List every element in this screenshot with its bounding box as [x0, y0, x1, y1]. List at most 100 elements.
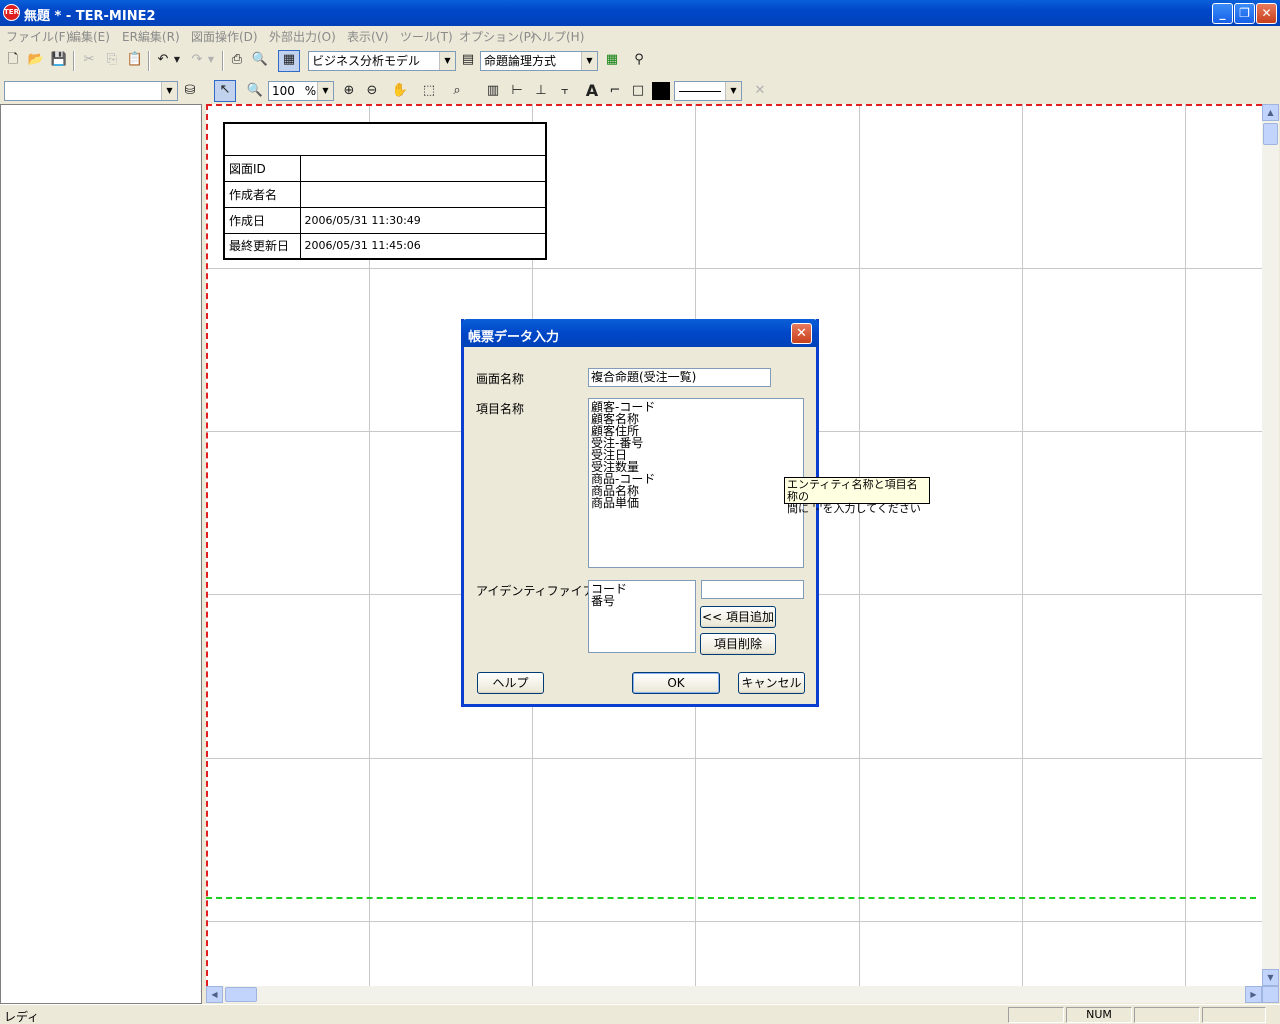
info-value — [299, 154, 547, 182]
close-button[interactable]: ✕ — [1256, 3, 1277, 24]
table-row: 作成日 2006/05/31 11:30:49 — [223, 206, 547, 234]
redo-dropdown-icon[interactable]: ▼ — [206, 51, 216, 69]
scroll-down-icon[interactable]: ▼ — [1262, 969, 1279, 986]
cancel-button[interactable]: キャンセル — [738, 672, 805, 694]
entity-tree-panel[interactable] — [0, 104, 202, 1004]
method-table-icon[interactable]: ▤ — [459, 51, 477, 69]
item-name-textarea[interactable]: 顧客-コード 顧客名称 顧客住所 受注-番号 受注日 受注数量 商品-コード 商… — [588, 398, 804, 568]
table-row: 最終更新日 2006/05/31 11:45:06 — [223, 232, 547, 260]
status-pane — [1134, 1007, 1200, 1023]
new-file-icon[interactable]: 🗋 — [4, 51, 22, 69]
undo-icon[interactable]: ↶ — [154, 51, 172, 69]
open-folder-icon[interactable]: 📂 — [27, 51, 45, 69]
grid-line — [1185, 104, 1186, 986]
menu-help[interactable]: ヘルプ(H) — [530, 28, 584, 45]
cut-icon[interactable]: ✂ — [80, 51, 98, 69]
info-table-header — [223, 122, 547, 156]
standard-toolbar: 🗋 📂 💾 ✂ ⎘ 📋 ↶ ▼ ↷ ▼ ⎙ 🔍 ▦ ビジネス分析モデル ▼ ▤ … — [0, 48, 1280, 74]
toolbar-separator — [148, 51, 150, 71]
list-item[interactable]: 番号 — [591, 595, 695, 607]
print-icon[interactable]: ⎙ — [228, 51, 246, 69]
horizontal-scrollbar[interactable]: ◀ ▶ — [206, 986, 1262, 1003]
tooltip-line: エンティティ名称と項目名称の — [787, 478, 918, 503]
entity-select[interactable]: ▼ — [4, 81, 178, 101]
chevron-down-icon[interactable]: ▼ — [581, 52, 597, 70]
ok-button[interactable]: OK — [632, 672, 720, 694]
rectangle-tool-icon[interactable]: □ — [629, 82, 647, 100]
zoom-value: 100 — [272, 84, 295, 98]
chevron-down-icon[interactable]: ▼ — [439, 52, 455, 70]
save-icon[interactable]: 💾 — [50, 51, 68, 69]
line-tool-icon[interactable]: ⌐ — [606, 82, 624, 100]
vertical-scrollbar[interactable]: ▲ ▼ — [1262, 104, 1279, 986]
status-text: レディ — [4, 1010, 40, 1024]
menu-export[interactable]: 外部出力(O) — [269, 28, 336, 45]
color-swatch[interactable] — [652, 82, 670, 100]
menu-er-edit[interactable]: ER編集(R) — [122, 28, 180, 45]
info-label: 図面ID — [223, 154, 301, 182]
zoom-icon[interactable]: 🔍 — [246, 82, 264, 100]
menu-file[interactable]: ファイル(F) — [6, 28, 70, 45]
method-select[interactable]: 命題論理方式 ▼ — [480, 51, 598, 71]
chevron-down-icon[interactable]: ▼ — [725, 82, 741, 100]
relation-tool-icon[interactable]: ⊢ — [508, 82, 526, 100]
zoom-in-icon[interactable]: ⊕ — [340, 82, 358, 100]
add-item-button[interactable]: << 項目追加 — [700, 606, 776, 628]
app-icon: TER — [3, 4, 20, 21]
identifier-list[interactable]: コード 番号 — [588, 580, 696, 653]
pointer-icon[interactable]: ↖ — [214, 80, 236, 102]
paste-icon[interactable]: 📋 — [126, 51, 144, 69]
print-boundary — [206, 897, 1256, 899]
status-pane — [1202, 1007, 1266, 1023]
zoom-fit-icon[interactable]: ⌕ — [448, 82, 466, 100]
text-tool-icon[interactable]: A — [583, 82, 601, 100]
diagram-info-table[interactable]: 図面ID 作成者名 作成日 2006/05/31 11:30:49 最終更新日 … — [223, 122, 547, 260]
subtype-tool-icon[interactable]: ⊥ — [532, 82, 550, 100]
minimize-button[interactable]: _ — [1212, 3, 1233, 24]
table-row: 作成者名 — [223, 180, 547, 208]
info-label: 作成日 — [223, 206, 301, 234]
spreadsheet-icon[interactable]: ▦ — [603, 51, 621, 69]
zoom-select[interactable]: 100 % ▼ — [268, 81, 334, 101]
title-bar: TER 無題 * - TER-MINE2 _ ❐ ✕ — [0, 0, 1280, 26]
dialog-close-icon[interactable]: ✕ — [791, 323, 812, 344]
menu-edit[interactable]: 編集(E) — [69, 28, 110, 45]
zoom-unit: % — [304, 84, 317, 98]
print-preview-icon[interactable]: 🔍 — [251, 51, 269, 69]
restore-button[interactable]: ❐ — [1234, 3, 1255, 24]
grid-line — [206, 921, 1262, 922]
model-check-icon[interactable]: ▦ — [278, 50, 300, 72]
screen-name-input[interactable]: 複合命題(受注一覧) — [588, 368, 771, 387]
menu-tools[interactable]: ツール(T) — [400, 28, 453, 45]
scroll-right-icon[interactable]: ▶ — [1245, 986, 1262, 1003]
zoom-out-icon[interactable]: ⊖ — [363, 82, 381, 100]
menu-view[interactable]: 表示(V) — [347, 28, 389, 45]
entity-tool-icon[interactable]: ▥ — [484, 82, 502, 100]
delete-item-button[interactable]: 項目削除 — [700, 633, 776, 655]
chevron-down-icon[interactable]: ▼ — [161, 82, 177, 100]
redo-icon[interactable]: ↷ — [188, 51, 206, 69]
connector-tool-icon[interactable]: ⫟ — [556, 82, 574, 100]
scroll-thumb[interactable] — [1263, 123, 1278, 145]
scroll-thumb[interactable] — [225, 987, 257, 1002]
info-label: 最終更新日 — [223, 232, 301, 260]
grid-line — [859, 104, 860, 986]
scroll-up-icon[interactable]: ▲ — [1262, 104, 1279, 121]
filter-icon[interactable]: ⛁ — [181, 82, 199, 100]
status-num: NUM — [1066, 1007, 1132, 1023]
select-area-icon[interactable]: ⬚ — [420, 82, 438, 100]
identifier-input[interactable] — [701, 580, 804, 599]
menu-diagram[interactable]: 図面操作(D) — [191, 28, 258, 45]
line-style-select[interactable]: ▼ — [674, 81, 742, 101]
help-button[interactable]: ヘルプ — [477, 672, 544, 694]
scroll-left-icon[interactable]: ◀ — [206, 986, 223, 1003]
hand-pan-icon[interactable]: ✋ — [391, 82, 409, 100]
delete-icon[interactable]: ✕ — [751, 82, 769, 100]
model-select[interactable]: ビジネス分析モデル ▼ — [308, 51, 456, 71]
binoculars-icon[interactable]: ⚲ — [630, 51, 648, 69]
undo-dropdown-icon[interactable]: ▼ — [172, 51, 182, 69]
chevron-down-icon[interactable]: ▼ — [317, 82, 333, 100]
status-pane — [1008, 1007, 1064, 1023]
menu-options[interactable]: オプション(P) — [459, 28, 536, 45]
copy-icon[interactable]: ⎘ — [103, 51, 121, 69]
